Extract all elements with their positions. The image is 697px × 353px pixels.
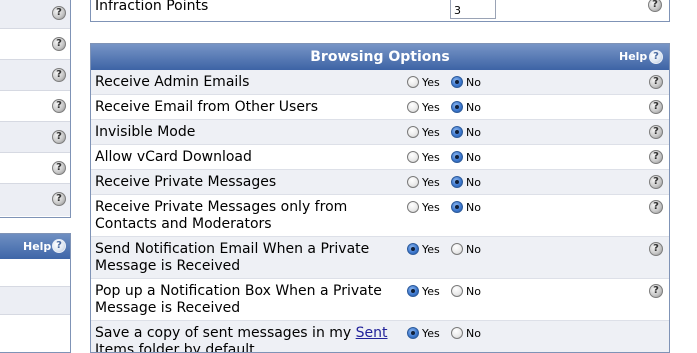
browsing-options-header: Browsing Options Help ? [91,44,669,70]
yes-label: Yes [422,243,440,256]
help-icon[interactable]: ? [649,175,663,189]
help-icon[interactable]: ? [649,200,663,214]
help-icon[interactable]: ? [649,125,663,139]
no-label: No [466,201,481,214]
option-row-save-sent-copy: Save a copy of sent messages in my Sent … [91,321,669,353]
sent-items-link[interactable]: Sent [356,325,388,341]
option-label: Save a copy of sent messages in my Sent [95,325,395,342]
no-label: No [466,327,481,340]
option-label-line2: Items folder by default [95,342,255,353]
help-icon[interactable]: ? [649,284,663,298]
left-row: ? [0,0,70,29]
no-radio[interactable] [451,201,463,213]
option-label: Send Notification Email When a Private [95,241,370,257]
yes-label: Yes [422,201,440,214]
panel-title: Browsing Options [310,49,450,65]
infraction-points-row: Infraction Points 3 ? [90,0,670,22]
help-icon[interactable]: ? [52,68,66,82]
option-row-notification-box: Pop up a Notification Box When a Private… [91,279,669,321]
option-label-line2: Message is Received [95,258,241,274]
no-radio[interactable] [451,285,463,297]
help-icon[interactable]: ? [649,242,663,256]
help-icon[interactable]: ? [52,99,66,113]
no-label: No [466,176,481,189]
browsing-options-panel: Browsing Options Help ? Receive Admin Em… [90,43,670,353]
option-label: Allow vCard Download [95,149,252,165]
left-row: ? [0,184,70,216]
left-row: ? [0,122,70,153]
left-row: ? [0,29,70,60]
yes-label: Yes [422,76,440,89]
left-row [0,315,70,343]
no-label: No [466,285,481,298]
yes-label: Yes [422,151,440,164]
no-radio[interactable] [451,176,463,188]
no-label: No [466,76,481,89]
help-icon[interactable]: ? [52,130,66,144]
no-label: No [466,126,481,139]
option-row-receive-email-from-users: Receive Email from Other Users Yes No ? [91,95,669,120]
help-icon[interactable]: ? [648,0,662,12]
yes-label: Yes [422,327,440,340]
yes-label: Yes [422,101,440,114]
help-icon[interactable]: ? [52,192,66,206]
option-row-allow-vcard: Allow vCard Download Yes No ? [91,145,669,170]
yes-radio[interactable] [407,76,419,88]
option-label: Receive Email from Other Users [95,99,318,115]
left-panel-header: Help ? [0,234,70,259]
no-radio[interactable] [451,126,463,138]
help-icon[interactable]: ? [52,37,66,51]
option-row-receive-private-messages: Receive Private Messages Yes No ? [91,170,669,195]
help-icon[interactable]: ? [649,100,663,114]
option-row-notification-email: Send Notification Email When a Private M… [91,237,669,279]
no-radio[interactable] [451,243,463,255]
left-row: ? [0,91,70,122]
yes-radio[interactable] [407,176,419,188]
yes-label: Yes [422,176,440,189]
left-panel-lower: Help ? [0,233,71,353]
yes-radio[interactable] [407,285,419,297]
no-label: No [466,151,481,164]
yes-label: Yes [422,285,440,298]
help-icon[interactable]: ? [649,150,663,164]
yes-radio[interactable] [407,151,419,163]
left-row: ? [0,60,70,91]
no-radio[interactable] [451,76,463,88]
yes-radio[interactable] [407,201,419,213]
help-icon[interactable]: ? [649,50,663,64]
option-label: Pop up a Notification Box When a Private [95,283,382,299]
help-icon[interactable]: ? [649,75,663,89]
option-label: Receive Private Messages only from [95,199,348,215]
left-row [0,259,70,287]
left-row: ? [0,153,70,184]
infraction-points-label: Infraction Points [95,0,209,14]
option-row-invisible-mode: Invisible Mode Yes No ? [91,120,669,145]
yes-radio[interactable] [407,101,419,113]
yes-radio[interactable] [407,327,419,339]
no-label: No [466,101,481,114]
option-label-line2: Message is Received [95,300,241,316]
help-link-label[interactable]: Help [619,50,647,63]
help-icon[interactable]: ? [52,6,66,20]
yes-radio[interactable] [407,243,419,255]
option-label: Receive Private Messages [95,174,277,190]
left-options-panel: ? ? ? ? ? ? ? [0,0,71,218]
no-radio[interactable] [451,151,463,163]
yes-radio[interactable] [407,126,419,138]
no-radio[interactable] [451,101,463,113]
yes-label: Yes [422,126,440,139]
option-row-receive-admin-emails: Receive Admin Emails Yes No ? [91,70,669,95]
infraction-points-field[interactable]: 3 [450,0,496,19]
help-icon[interactable]: ? [52,239,66,253]
help-icon[interactable]: ? [52,161,66,175]
option-label-line2: Contacts and Moderators [95,216,272,232]
option-label: Invisible Mode [95,124,196,140]
left-row [0,287,70,315]
help-link-label[interactable]: Help [23,240,51,253]
option-row-pm-contacts-only: Receive Private Messages only from Conta… [91,195,669,237]
no-label: No [466,243,481,256]
option-label-text: Save a copy of sent messages in my [95,325,356,341]
no-radio[interactable] [451,327,463,339]
option-label: Receive Admin Emails [95,74,250,90]
